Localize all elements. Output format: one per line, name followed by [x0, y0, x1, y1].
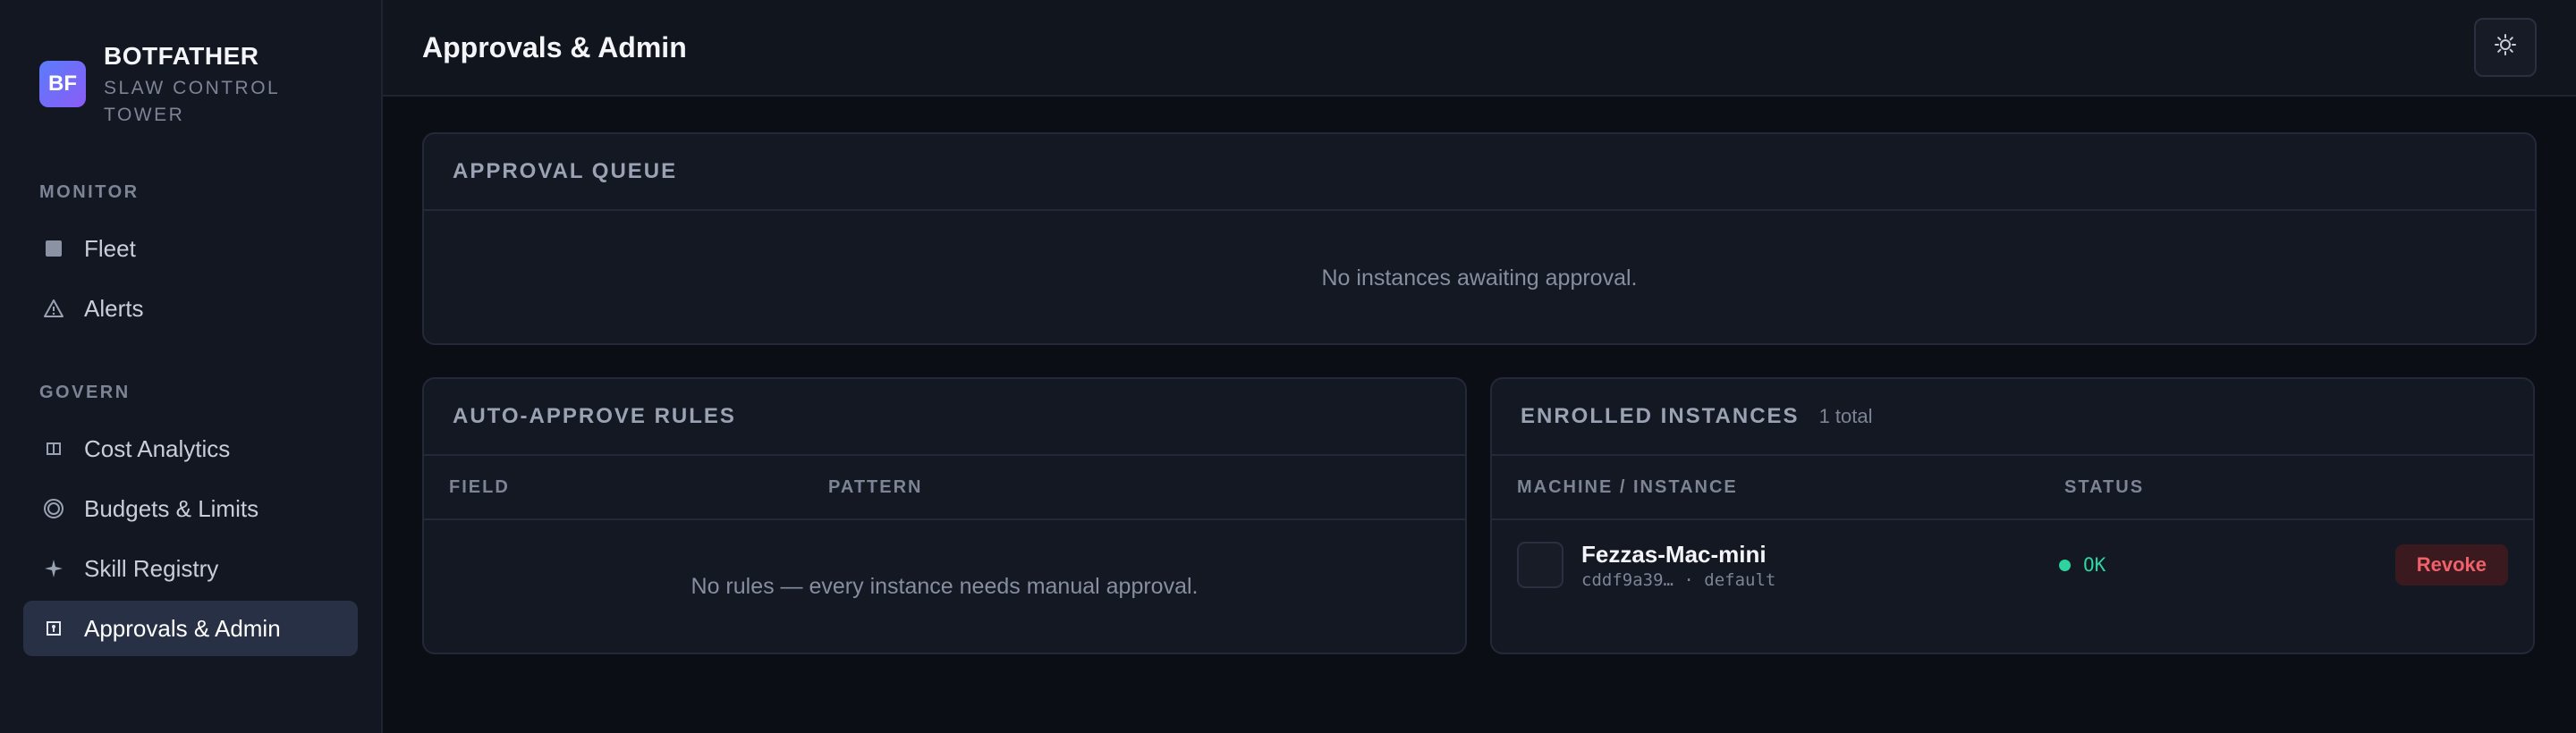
table-header: FIELD PATTERN	[424, 456, 1465, 520]
column-header-status: STATUS	[2064, 476, 2145, 497]
nav-list-govern: Cost Analytics Budgets & Limits Skill Re…	[23, 421, 358, 656]
sidebar-item-skill-registry[interactable]: Skill Registry	[23, 541, 358, 596]
card-header: AUTO-APPROVE RULES	[424, 379, 1465, 456]
main-area: Approvals & Admin APPROVAL QUEUE No inst…	[383, 0, 2576, 733]
square-icon	[41, 236, 66, 261]
instance-count: 1 total	[1818, 405, 1873, 427]
card-title: APPROVAL QUEUE	[453, 159, 678, 183]
empty-state: No rules — every instance needs manual a…	[691, 574, 1199, 599]
status-dot-icon	[2058, 559, 2071, 571]
sidebar-item-label: Approvals & Admin	[84, 614, 281, 642]
sidebar-item-approvals-admin[interactable]: Approvals & Admin	[23, 601, 358, 656]
enrolled-instances-card: ENROLLED INSTANCES 1 total MACHINE / INS…	[1490, 377, 2535, 654]
brand-subtitle: SLAW CONTROL TOWER	[104, 78, 280, 125]
table-row: Fezzas-Mac-mini cddf9a39… · default OK R…	[1492, 520, 2533, 610]
sidebar: BF BOTFATHER SLAW CONTROL TOWER MONITOR …	[0, 0, 383, 733]
column-header-pattern: PATTERN	[828, 476, 923, 497]
brand: BF BOTFATHER SLAW CONTROL TOWER	[23, 0, 358, 129]
sparkle-icon	[41, 556, 66, 581]
nav-list-monitor: Fleet Alerts	[23, 221, 358, 336]
topbar: Approvals & Admin	[383, 0, 2576, 97]
columns-icon	[41, 436, 66, 461]
sidebar-item-label: Skill Registry	[84, 554, 219, 582]
column-header-field: FIELD	[449, 476, 510, 497]
card-header: ENROLLED INSTANCES 1 total	[1492, 379, 2533, 456]
sidebar-item-fleet[interactable]: Fleet	[23, 221, 358, 276]
status-badge: OK	[2058, 554, 2395, 576]
sidebar-item-alerts[interactable]: Alerts	[23, 281, 358, 336]
section-label-monitor: MONITOR	[39, 182, 140, 202]
app-root: BF BOTFATHER SLAW CONTROL TOWER MONITOR …	[0, 0, 2576, 733]
column-header-machine: MACHINE / INSTANCE	[1517, 476, 1738, 497]
target-icon	[41, 496, 66, 521]
card-title: ENROLLED INSTANCES	[1521, 404, 1800, 428]
sidebar-item-label: Fleet	[84, 234, 136, 262]
sidebar-item-cost-analytics[interactable]: Cost Analytics	[23, 421, 358, 476]
status-text: OK	[2082, 554, 2106, 576]
brand-text: BOTFATHER SLAW CONTROL TOWER	[104, 41, 309, 129]
instance-avatar	[1517, 542, 1563, 588]
card-header: APPROVAL QUEUE	[424, 134, 2535, 211]
content: APPROVAL QUEUE No instances awaiting app…	[383, 97, 2576, 654]
lower-row: AUTO-APPROVE RULES FIELD PATTERN No rule…	[422, 377, 2537, 654]
revoke-button[interactable]: Revoke	[2394, 544, 2508, 586]
table-header: MACHINE / INSTANCE STATUS	[1492, 456, 2533, 520]
sidebar-item-label: Alerts	[84, 294, 144, 322]
brand-logo: BF	[39, 61, 86, 107]
sidebar-item-label: Cost Analytics	[84, 434, 231, 462]
sidebar-item-budgets-limits[interactable]: Budgets & Limits	[23, 481, 358, 536]
page-title: Approvals & Admin	[422, 30, 687, 63]
section-label-govern: GOVERN	[39, 383, 131, 402]
empty-state: No instances awaiting approval.	[1321, 265, 1638, 291]
instance-id: cddf9a39… · default	[1581, 570, 1776, 590]
card-title: AUTO-APPROVE RULES	[453, 404, 736, 428]
instance-name: Fezzas-Mac-mini	[1581, 541, 1767, 568]
sidebar-item-label: Budgets & Limits	[84, 494, 259, 522]
warning-icon	[41, 296, 66, 321]
auto-approve-rules-card: AUTO-APPROVE RULES FIELD PATTERN No rule…	[422, 377, 1467, 654]
approval-queue-card: APPROVAL QUEUE No instances awaiting app…	[422, 132, 2537, 345]
key-icon	[41, 616, 66, 641]
theme-toggle-button[interactable]	[2474, 18, 2537, 77]
brand-name: BOTFATHER	[104, 42, 259, 70]
sun-icon	[2494, 33, 2517, 63]
instance-info: Fezzas-Mac-mini cddf9a39… · default	[1581, 540, 2059, 590]
